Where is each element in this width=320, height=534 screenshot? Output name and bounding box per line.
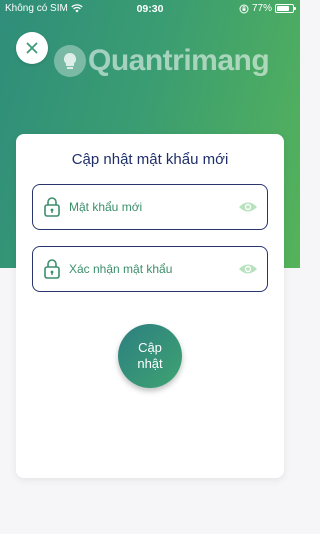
lock-icon [43, 258, 61, 280]
lock-icon [43, 196, 61, 218]
new-password-input[interactable] [69, 185, 238, 229]
battery-fill [277, 6, 289, 11]
close-icon [26, 42, 38, 54]
eye-icon[interactable] [238, 200, 258, 214]
status-right: 77% [239, 3, 296, 14]
watermark-logo: Quantrimang [54, 44, 270, 78]
status-bar: Không có SIM 09:30 77% [0, 0, 300, 18]
battery-icon [275, 4, 296, 13]
lightbulb-icon [54, 45, 86, 77]
update-button[interactable]: Cập nhật [118, 324, 182, 388]
watermark-text: Quantrimang [88, 44, 270, 77]
eye-icon[interactable] [238, 262, 258, 276]
orientation-lock-icon [239, 4, 249, 13]
password-card: Cập nhật mật khẩu mới Cập nhật [16, 134, 284, 478]
card-title: Cập nhật mật khẩu mới [71, 151, 229, 168]
confirm-password-input[interactable] [69, 247, 238, 291]
battery-percent: 77% [251, 3, 272, 14]
confirm-password-field[interactable] [32, 246, 268, 292]
new-password-field[interactable] [32, 184, 268, 230]
close-button[interactable] [16, 32, 48, 64]
